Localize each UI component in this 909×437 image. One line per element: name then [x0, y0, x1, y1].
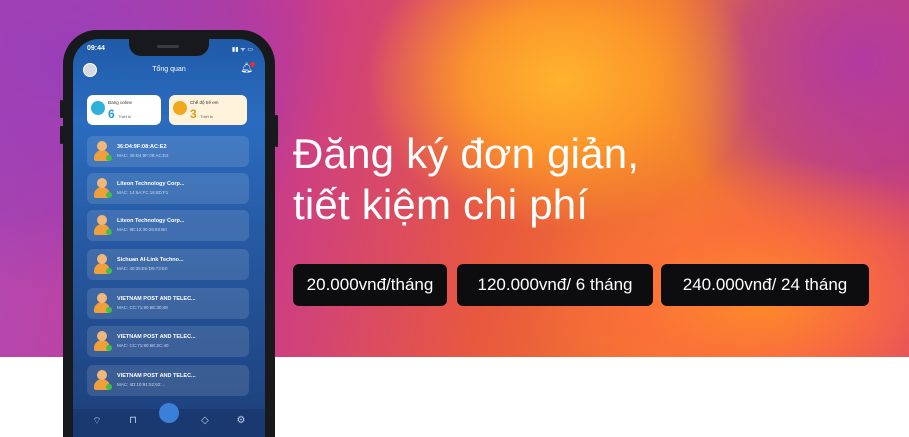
- phone-volume-button: [60, 100, 63, 118]
- device-name: Sichuan AI-Link Techno...: [117, 257, 184, 263]
- device-avatar-icon: [93, 331, 112, 351]
- child-icon: [173, 101, 187, 115]
- device-name: Liteon Technology Corp...: [117, 181, 185, 187]
- device-list-item[interactable]: VIETNAM POST AND TELEC... MAC: CC:71:90:…: [87, 288, 249, 319]
- device-avatar-icon: [93, 141, 112, 161]
- device-list-item[interactable]: VIETNAM POST AND TELEC... MAC: 4D:10:91:…: [87, 365, 249, 396]
- stat-kid-mode[interactable]: Chế độ trẻ em 3 Thiết bị: [169, 95, 247, 125]
- wifi-icon: [91, 101, 105, 115]
- status-icons: ▮▮ ᯤ ▭: [231, 47, 253, 53]
- app-title: Tổng quan: [152, 66, 186, 73]
- device-avatar-icon: [93, 293, 112, 313]
- price-24-months[interactable]: 240.000vnđ/ 24 tháng: [661, 264, 869, 306]
- device-list-item[interactable]: Liteon Technology Corp... MAC: 14:5A:FC:…: [87, 173, 249, 204]
- home-icon[interactable]: [159, 403, 179, 423]
- shield-icon[interactable]: ◇: [195, 415, 215, 426]
- device-mac: MAC: 40:35:E6:D9:73:E0: [117, 266, 168, 271]
- device-avatar-icon: [93, 254, 112, 274]
- stat-unit: Thiết bị: [200, 114, 214, 119]
- stat-unit: Thiết bị: [118, 114, 132, 119]
- device-name: VIETNAM POST AND TELEC...: [117, 334, 196, 340]
- device-mac: MAC: 4D:10:91:52:62:...: [117, 382, 166, 387]
- device-mac: MAC: CC:71:90:6E:30:48: [117, 305, 168, 310]
- notification-badge: [250, 62, 255, 67]
- headline-line-2: tiết kiệm chi phí: [293, 181, 589, 228]
- device-name: VIETNAM POST AND TELEC...: [117, 373, 196, 379]
- device-mac: MAC: 9E:12:30:29:83:B0: [117, 227, 167, 232]
- device-mac: MAC: 36:D4:9F:08:AC:E2: [117, 153, 169, 158]
- device-avatar-icon: [93, 370, 112, 390]
- device-list-item[interactable]: Sichuan AI-Link Techno... MAC: 40:35:E6:…: [87, 249, 249, 280]
- device-mac: MAC: 14:5A:FC:16:8D:F1: [117, 190, 169, 195]
- headline-line-1: Đăng ký đơn giản,: [293, 130, 640, 177]
- device-name: 36:D4:9F:08:AC:E2: [117, 144, 167, 150]
- bottom-tab-bar: ⌔ ⊓ ◇ ⚙︎: [73, 403, 265, 437]
- stat-label: Đang online: [108, 100, 133, 105]
- app-header: Tổng quan 🔔︎: [73, 62, 265, 83]
- phone-mockup: 09:44 ▮▮ ᯤ ▭ Tổng quan 🔔︎ Đang online 6 …: [60, 30, 278, 437]
- device-name: VIETNAM POST AND TELEC...: [117, 296, 196, 302]
- device-list-item[interactable]: 36:D4:9F:08:AC:E2 MAC: 36:D4:9F:08:AC:E2: [87, 136, 249, 167]
- headline: Đăng ký đơn giản, tiết kiệm chi phí: [293, 128, 639, 230]
- device-avatar-icon: [93, 215, 112, 235]
- phone-screen: 09:44 ▮▮ ᯤ ▭ Tổng quan 🔔︎ Đang online 6 …: [73, 39, 265, 437]
- wifi-icon[interactable]: ⌔: [87, 415, 107, 428]
- status-time: 09:44: [87, 45, 105, 52]
- phone-volume-button: [60, 126, 63, 144]
- device-mac: MAC: CC:71:90:6E:2C:40: [117, 343, 169, 348]
- lock-icon[interactable]: ⊓: [123, 415, 143, 426]
- stat-value: 3: [190, 107, 197, 121]
- device-name: Liteon Technology Corp...: [117, 218, 185, 224]
- settings-icon[interactable]: ⚙︎: [231, 415, 251, 426]
- price-monthly[interactable]: 20.000vnđ/tháng: [293, 264, 447, 306]
- phone-notch: [129, 39, 209, 56]
- stat-value: 6: [108, 107, 115, 121]
- device-list-item[interactable]: Liteon Technology Corp... MAC: 9E:12:30:…: [87, 210, 249, 241]
- phone-power-button: [275, 115, 278, 147]
- device-list-item[interactable]: VIETNAM POST AND TELEC... MAC: CC:71:90:…: [87, 326, 249, 357]
- stat-online[interactable]: Đang online 6 Thiết bị: [87, 95, 161, 125]
- stat-label: Chế độ trẻ em: [190, 100, 219, 105]
- device-avatar-icon: [93, 178, 112, 198]
- price-6-months[interactable]: 120.000vnđ/ 6 tháng: [457, 264, 653, 306]
